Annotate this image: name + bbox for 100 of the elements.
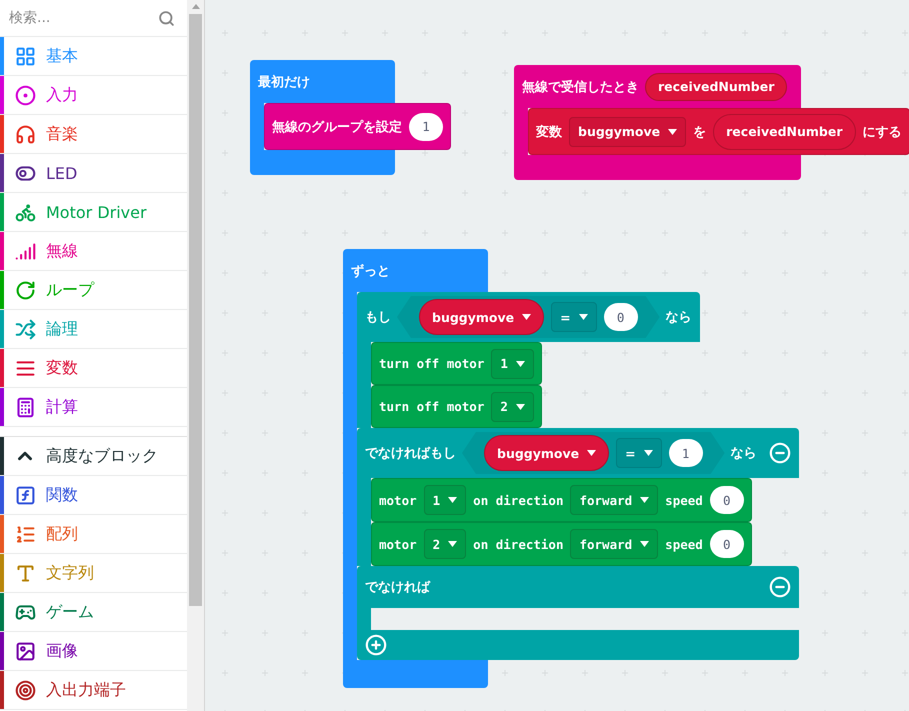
category-item[interactable]: 無線 (0, 232, 187, 271)
bike-icon (14, 202, 36, 222)
caret-icon (640, 541, 650, 547)
category-item[interactable]: ループ (0, 271, 187, 310)
direction-dropdown[interactable]: forward (570, 529, 658, 559)
target-icon (14, 680, 36, 700)
category-label: 配列 (46, 524, 78, 544)
on-start-block-top[interactable]: 最初だけ (250, 60, 395, 103)
category-item[interactable]: LED (0, 154, 187, 193)
category-label: 音楽 (46, 124, 78, 144)
category-item[interactable]: ゲーム (0, 593, 187, 632)
category-label: Motor Driver (46, 202, 147, 222)
block-label: turn off motor (379, 356, 484, 371)
caret-icon (644, 450, 653, 456)
caret-icon (448, 541, 458, 547)
category-item[interactable]: 基本 (0, 37, 187, 76)
block-label: にする (862, 124, 902, 140)
operator-dropdown[interactable]: = (616, 438, 662, 468)
category-item[interactable]: 計算 (0, 388, 187, 427)
parameter-pill[interactable]: receivedNumber (645, 72, 788, 100)
else-header[interactable]: でなければ (357, 566, 799, 608)
category-label: 基本 (46, 46, 78, 66)
turn-off-motor-block[interactable]: turn off motor 1 (371, 342, 542, 385)
category-label: LED (46, 164, 78, 182)
category-item[interactable]: 関数 (0, 476, 187, 515)
number-value-field[interactable]: 0 (604, 303, 638, 331)
function-icon (14, 484, 36, 506)
block-label: でなければもし (365, 445, 456, 462)
block-label: speed (665, 536, 703, 552)
set-variable-block[interactable]: 変数 buggymove を receivedNumber にする (528, 108, 909, 155)
caret-icon (668, 128, 678, 134)
caret-icon (516, 404, 525, 410)
block-label: 変数 (536, 124, 562, 140)
turn-off-motor-block[interactable]: turn off motor 2 (371, 385, 542, 428)
category-label: 関数 (46, 484, 78, 506)
forever-block-top[interactable]: ずっと (343, 249, 488, 292)
category-label: 画像 (46, 640, 78, 662)
dot-circle-icon (14, 84, 36, 106)
category-item[interactable]: 文字列 (0, 554, 187, 593)
variable-dropdown[interactable]: buggymove (484, 435, 610, 471)
caret-icon (522, 314, 532, 320)
block-label: なら (666, 309, 692, 326)
block-label: speed (665, 492, 703, 508)
block-label: 無線のグループを設定 (272, 118, 402, 136)
category-label: 計算 (46, 396, 78, 418)
category-label: 変数 (46, 358, 78, 378)
add-branch-icon[interactable] (365, 634, 387, 656)
number-value-field[interactable]: 0 (710, 486, 744, 514)
category-item[interactable]: 入力 (0, 76, 187, 115)
on-received-block-top[interactable]: 無線で受信したとき receivedNumber (514, 65, 801, 108)
block-label: on direction (473, 492, 564, 508)
scrollbar[interactable] (187, 0, 204, 711)
motor-run-block[interactable]: motor 2 on direction forward speed 0 (371, 522, 752, 566)
if-branch-header[interactable]: でなければもし buggymove = 1 なら (357, 428, 799, 478)
numbered-list-icon (14, 524, 36, 544)
motor-dropdown[interactable]: 2 (424, 529, 466, 559)
category-item[interactable]: 画像 (0, 632, 187, 671)
search-icon[interactable] (158, 10, 175, 26)
if-branch-header[interactable]: もし buggymove = 0 なら (357, 292, 700, 342)
block-label: motor (379, 492, 417, 508)
category-label: 入力 (46, 84, 78, 106)
category-item[interactable]: 論理 (0, 310, 187, 349)
block-label: を (693, 124, 706, 140)
number-value-field[interactable]: 1 (668, 439, 703, 467)
variable-dropdown[interactable]: buggymove (569, 116, 686, 146)
caret-icon (640, 497, 650, 503)
category-label: 文字列 (46, 562, 94, 584)
parameter-pill[interactable]: receivedNumber (713, 114, 856, 150)
motor-run-block[interactable]: motor 1 on direction forward speed 0 (371, 478, 752, 522)
category-label: 論理 (46, 318, 78, 340)
variable-dropdown[interactable]: buggymove (419, 299, 544, 335)
rotate-arrow-icon (14, 280, 36, 300)
motor-dropdown[interactable]: 1 (491, 348, 534, 378)
caret-icon (516, 360, 525, 366)
motor-dropdown[interactable]: 1 (424, 485, 466, 515)
remove-branch-icon[interactable] (768, 576, 791, 598)
category-item[interactable]: 音楽 (0, 115, 187, 154)
number-value-field[interactable]: 0 (710, 530, 744, 558)
block-label: なら (730, 445, 757, 462)
category-item[interactable]: 変数 (0, 349, 187, 388)
shuffle-icon (14, 318, 36, 340)
direction-dropdown[interactable]: forward (570, 485, 658, 515)
motor-dropdown[interactable]: 2 (491, 392, 534, 422)
block-title: 最初だけ (258, 74, 310, 90)
category-label: 無線 (46, 240, 78, 262)
advanced-blocks-toggle[interactable]: 高度なブロック (0, 437, 187, 476)
number-value-field[interactable]: 1 (409, 112, 443, 140)
caret-icon (448, 497, 458, 503)
operator-dropdown[interactable]: = (551, 302, 597, 332)
text-t-icon (14, 562, 36, 584)
category-item[interactable]: Motor Driver (0, 193, 187, 232)
category-item[interactable]: 入出力端子 (0, 671, 187, 710)
calculator-icon (14, 396, 36, 418)
radio-set-group-block[interactable]: 無線のグループを設定 1 (264, 103, 451, 150)
category-item[interactable]: 配列 (0, 515, 187, 554)
remove-branch-icon[interactable] (768, 442, 791, 464)
category-label: ゲーム (46, 602, 94, 622)
caret-icon (587, 450, 596, 456)
headphones-icon (14, 124, 36, 144)
block-label: でなければ (365, 579, 430, 596)
